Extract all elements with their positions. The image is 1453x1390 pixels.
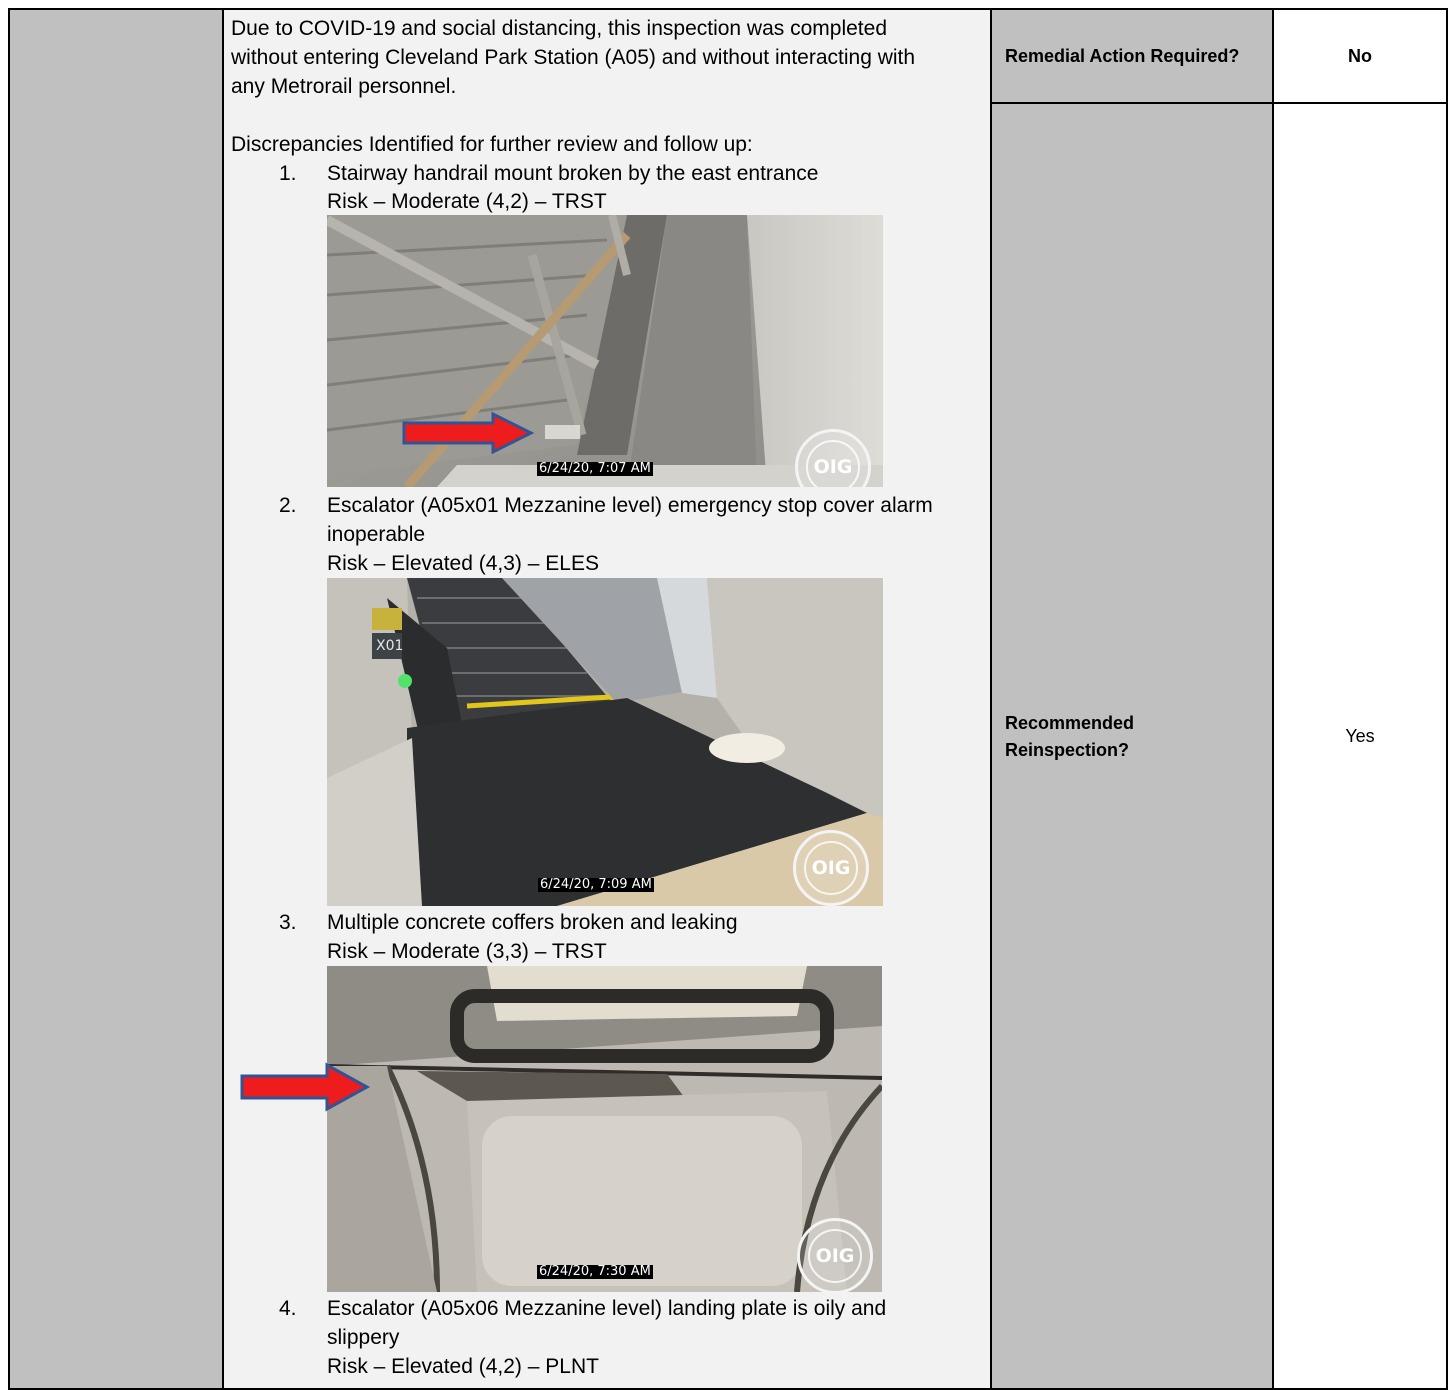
photo-timestamp: 6/24/20, 7:09 AM [538,877,654,892]
reinspection-value: Yes [1274,104,1448,1390]
oig-seal-icon: OIG [793,830,869,906]
item-number: 3. [279,911,297,934]
photo-timestamp: 6/24/20, 7:30 AM [537,1264,653,1279]
intro-line: any Metrorail personnel. [231,75,457,98]
item-number: 1. [279,162,297,185]
photo-timestamp: 6/24/20, 7:07 AM [537,461,653,476]
item-number: 4. [279,1297,297,1320]
item-risk: Risk – Moderate (4,2) – TRST [327,190,607,213]
reinspection-label-line: Recommended [1005,713,1135,733]
item-risk: Risk – Elevated (4,3) – ELES [327,552,599,575]
item-description: Stairway handrail mount broken by the ea… [327,162,819,185]
escalator-photo: X01 6/24/20, 7:09 AM OIG [327,578,883,906]
intro-line: Due to COVID-19 and social distancing, t… [231,17,888,40]
discrepancies-heading: Discrepancies Identified for further rev… [231,133,753,156]
item-description: inoperable [327,523,426,546]
remedial-action-value: No [1274,10,1448,104]
blank-label-cell [10,10,224,1390]
handrail-photo: 6/24/20, 7:07 AM OIG [327,215,883,487]
remedial-action-label: Remedial Action Required? [992,10,1274,104]
item-risk: Risk – Moderate (3,3) – TRST [327,940,607,963]
coffer-photo: 6/24/20, 7:30 AM OIG [240,966,885,1294]
list-item: 4. Escalator (A05x06 Mezzanine level) la… [231,1294,990,1381]
item-description: Multiple concrete coffers broken and lea… [327,911,738,934]
list-item: 1. Stairway handrail mount broken by the… [231,159,990,215]
report-table: Due to COVID-19 and social distancing, t… [8,8,1448,1390]
item-description: slippery [327,1326,400,1349]
reinspection-label-line: Reinspection? [1005,740,1130,760]
intro-paragraph: Due to COVID-19 and social distancing, t… [231,14,976,101]
findings-cell: Due to COVID-19 and social distancing, t… [224,10,992,1390]
reinspection-label: Recommended Reinspection? [992,104,1274,1390]
oig-seal-icon: OIG [797,1218,873,1294]
list-item: 2. Escalator (A05x01 Mezzanine level) em… [231,491,990,578]
item-number: 2. [279,494,297,517]
red-arrow-icon [402,411,535,455]
intro-line: without entering Cleveland Park Station … [231,46,916,69]
escalator-id-label: X01 [376,638,404,654]
item-description: Escalator (A05x06 Mezzanine level) landi… [327,1297,887,1320]
red-arrow-icon [240,1062,371,1112]
item-risk: Risk – Elevated (4,2) – PLNT [327,1355,599,1378]
item-description: Escalator (A05x01 Mezzanine level) emerg… [327,494,933,517]
list-item: 3. Multiple concrete coffers broken and … [231,908,990,966]
